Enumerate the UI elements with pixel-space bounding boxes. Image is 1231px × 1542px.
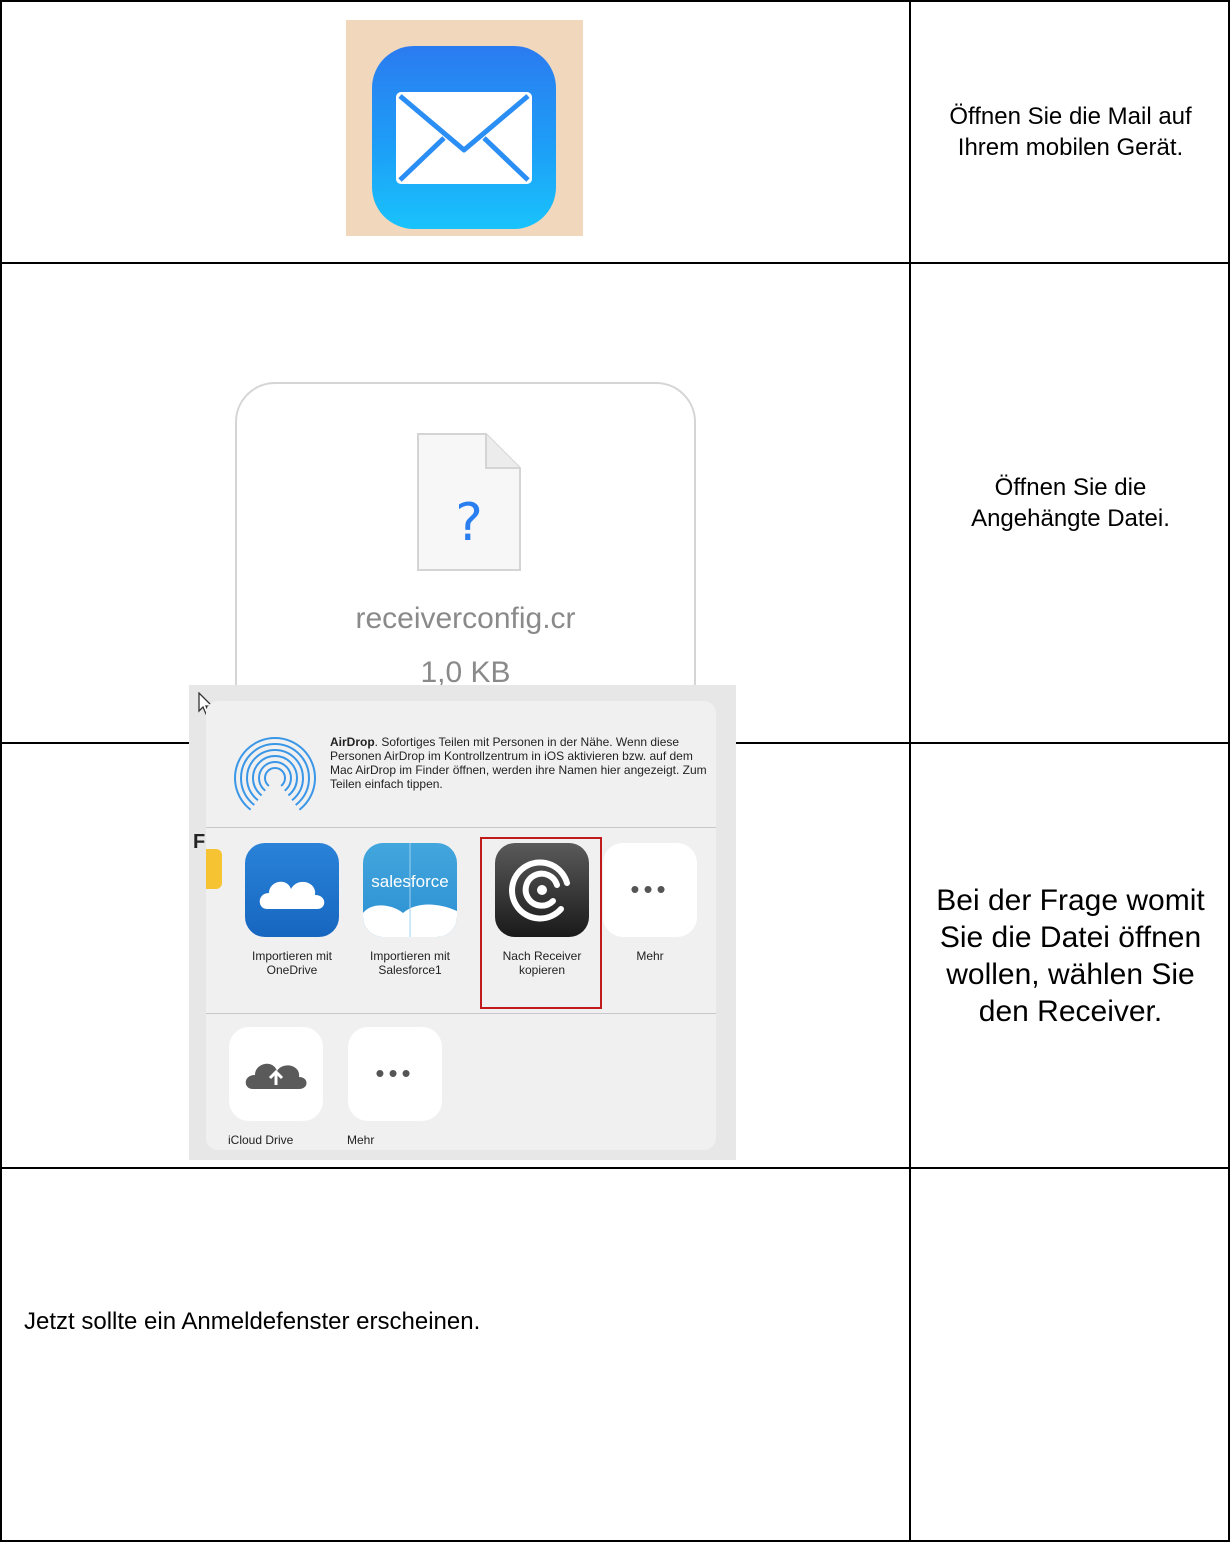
app-import-salesforce[interactable]: salesforce Importieren mit Salesforce1 [360,843,460,977]
airdrop-description: AirDrop. Sofortiges Teilen mit Personen … [330,735,707,791]
instruction-line: Sie die Datei öffnen [939,920,1202,954]
instruction-cell-2: Öffnen Sie die Angehängte Datei. [911,264,1230,742]
row-divider [2,1167,1228,1169]
svg-text:?: ? [455,493,483,553]
unknown-file-icon: ? [417,433,521,571]
action-label: iCloud Drive [228,1133,294,1147]
mail-app-icon [372,46,556,229]
airdrop-icon[interactable] [232,735,318,821]
instruction-line: Angehängte Datei. [971,505,1170,532]
more-dots-icon: ••• [348,1027,442,1121]
svg-text:salesforce: salesforce [371,872,448,891]
background-edge [189,685,206,1160]
instruction-line: Bei der Frage womit [936,883,1205,917]
instruction-final: Jetzt sollte ein Anmeldefenster erschein… [24,1308,481,1335]
instruction-table: Öffnen Sie die Mail auf Ihrem mobilen Ge… [0,0,1230,1542]
instruction-line: Ihrem mobilen Gerät. [957,134,1184,161]
receiver-highlight-box [480,837,602,1009]
app-import-onedrive[interactable]: Importieren mit OneDrive [242,843,342,977]
app-label: OneDrive [266,963,318,977]
app-label: Importieren mit [369,949,451,963]
action-label: Mehr [347,1133,375,1147]
instruction-line: Öffnen Sie die [994,474,1147,501]
instruction-cell-1: Öffnen Sie die Mail auf Ihrem mobilen Ge… [911,2,1230,262]
instruction-cell-3: Bei der Frage womit Sie die Datei öffnen… [911,744,1230,1167]
action-icloud-drive[interactable]: iCloud Drive [226,1027,326,1147]
more-dots-icon: ••• [603,843,697,937]
attachment-card[interactable]: ? receiverconfig.cr 1,0 KB [235,382,696,722]
instruction-line: den Receiver. [978,994,1163,1028]
action-more[interactable]: ••• Mehr [345,1027,445,1147]
icloud-upload-icon [229,1027,323,1121]
instruction-line: Öffnen Sie die Mail auf [949,103,1192,130]
envelope-icon [396,92,532,184]
instruction-line: wollen, wählen Sie [946,957,1195,991]
app-label: Mehr [636,949,664,963]
app-label: Importieren mit [251,949,333,963]
attachment-file-name: receiverconfig.cr [355,602,576,635]
app-more[interactable]: ••• Mehr [600,843,700,963]
sheet-separator [206,1013,716,1014]
onedrive-cloud-icon [245,843,339,937]
salesforce-cloud-icon: salesforce [363,843,457,937]
partial-title-letter: F [193,831,206,853]
app-label: Salesforce1 [378,963,442,977]
sheet-separator [206,827,716,828]
share-sheet-screenshot: F AirDrop. Sofortiges Teilen mit Persone… [189,685,736,1160]
share-sheet: AirDrop. Sofortiges Teilen mit Personen … [206,701,716,1150]
